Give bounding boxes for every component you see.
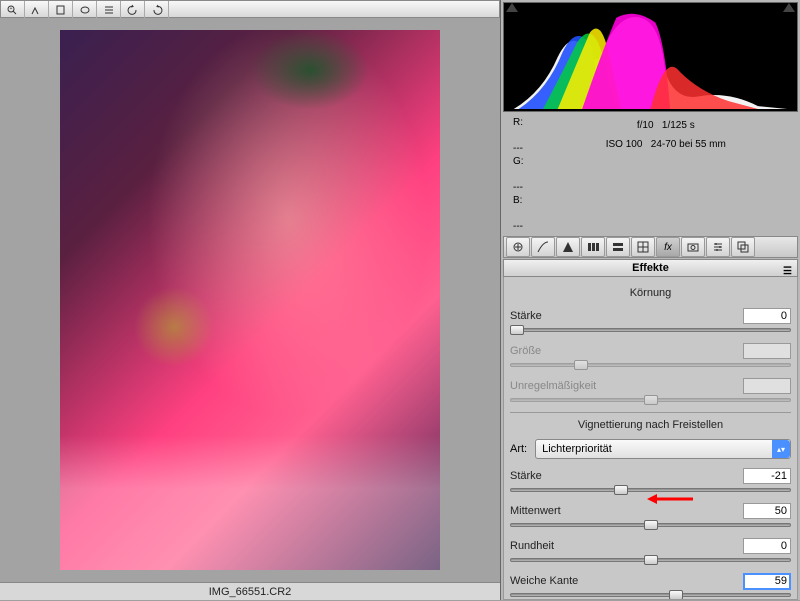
- fx-tab-button[interactable]: fx: [656, 237, 680, 257]
- grain-strength-input[interactable]: [743, 308, 791, 324]
- curve-tab-button[interactable]: [531, 237, 555, 257]
- effects-panel-body: Körnung Stärke Größe Unregelmäßigkeit Vi…: [503, 277, 798, 600]
- r-label: R:: [513, 116, 524, 129]
- target-tool-button[interactable]: [49, 1, 73, 18]
- vignette-style-select[interactable]: Lichterpriorität ▴▾: [535, 439, 791, 459]
- grain-roughness-input: [743, 378, 791, 394]
- list-tool-button[interactable]: [97, 1, 121, 18]
- vignette-roundness-input[interactable]: [743, 538, 791, 554]
- b-label: B:: [513, 194, 524, 207]
- oval-tool-button[interactable]: [73, 1, 97, 18]
- basic-tab-button[interactable]: [506, 237, 530, 257]
- image-canvas[interactable]: [0, 18, 500, 582]
- rotate-cw-button[interactable]: [145, 1, 169, 18]
- filename-label: IMG_66551.CR2: [0, 582, 500, 600]
- grain-size-input: [743, 343, 791, 359]
- presets-tab-button[interactable]: [706, 237, 730, 257]
- vignette-roundness-label: Rundheit: [510, 540, 743, 552]
- g-label: G:: [513, 155, 524, 168]
- vignette-midpoint-slider[interactable]: [510, 523, 791, 527]
- vignette-feather-label: Weiche Kante: [510, 575, 743, 587]
- grain-strength-slider[interactable]: [510, 328, 791, 332]
- vignette-strength-input[interactable]: [743, 468, 791, 484]
- vignette-roundness-slider[interactable]: [510, 558, 791, 562]
- zoom-tool-button[interactable]: +: [1, 1, 25, 18]
- grain-size-slider: [510, 363, 791, 367]
- histogram[interactable]: [503, 2, 798, 112]
- vignette-style-label: Art:: [510, 443, 527, 455]
- svg-text:+: +: [9, 6, 12, 12]
- effects-panel-header: Effekte ☰: [503, 259, 798, 277]
- vignette-strength-label: Stärke: [510, 470, 743, 482]
- highlight-clip-icon[interactable]: [783, 3, 795, 12]
- split-tab-button[interactable]: [606, 237, 630, 257]
- canvas-toolbar: +: [0, 0, 500, 18]
- camera-tab-button[interactable]: [681, 237, 705, 257]
- preview-image: [60, 30, 440, 570]
- chevron-updown-icon: ▴▾: [772, 440, 790, 458]
- vignette-feather-input[interactable]: [743, 573, 791, 590]
- lens-tab-button[interactable]: [631, 237, 655, 257]
- grain-strength-label: Stärke: [510, 310, 743, 322]
- meta-info: R: --- G: --- B: --- f/10 1/125 s ISO 10…: [501, 114, 800, 235]
- grain-roughness-slider: [510, 398, 791, 402]
- shadow-clip-icon[interactable]: [506, 3, 518, 12]
- grain-section-title: Körnung: [510, 287, 791, 299]
- vignette-section-title: Vignettierung nach Freistellen: [510, 419, 791, 431]
- rotate-ccw-button[interactable]: [121, 1, 145, 18]
- vignette-feather-slider[interactable]: [510, 593, 791, 597]
- vignette-midpoint-input[interactable]: [743, 503, 791, 519]
- snapshots-tab-button[interactable]: [731, 237, 755, 257]
- grain-size-label: Größe: [510, 345, 743, 357]
- vignette-strength-slider[interactable]: [510, 488, 791, 492]
- vignette-midpoint-label: Mittenwert: [510, 505, 743, 517]
- grain-roughness-label: Unregelmäßigkeit: [510, 380, 743, 392]
- detail-tab-button[interactable]: [556, 237, 580, 257]
- white-balance-tool-button[interactable]: [25, 1, 49, 18]
- hsl-tab-button[interactable]: [581, 237, 605, 257]
- panel-tab-strip: fx: [503, 236, 798, 258]
